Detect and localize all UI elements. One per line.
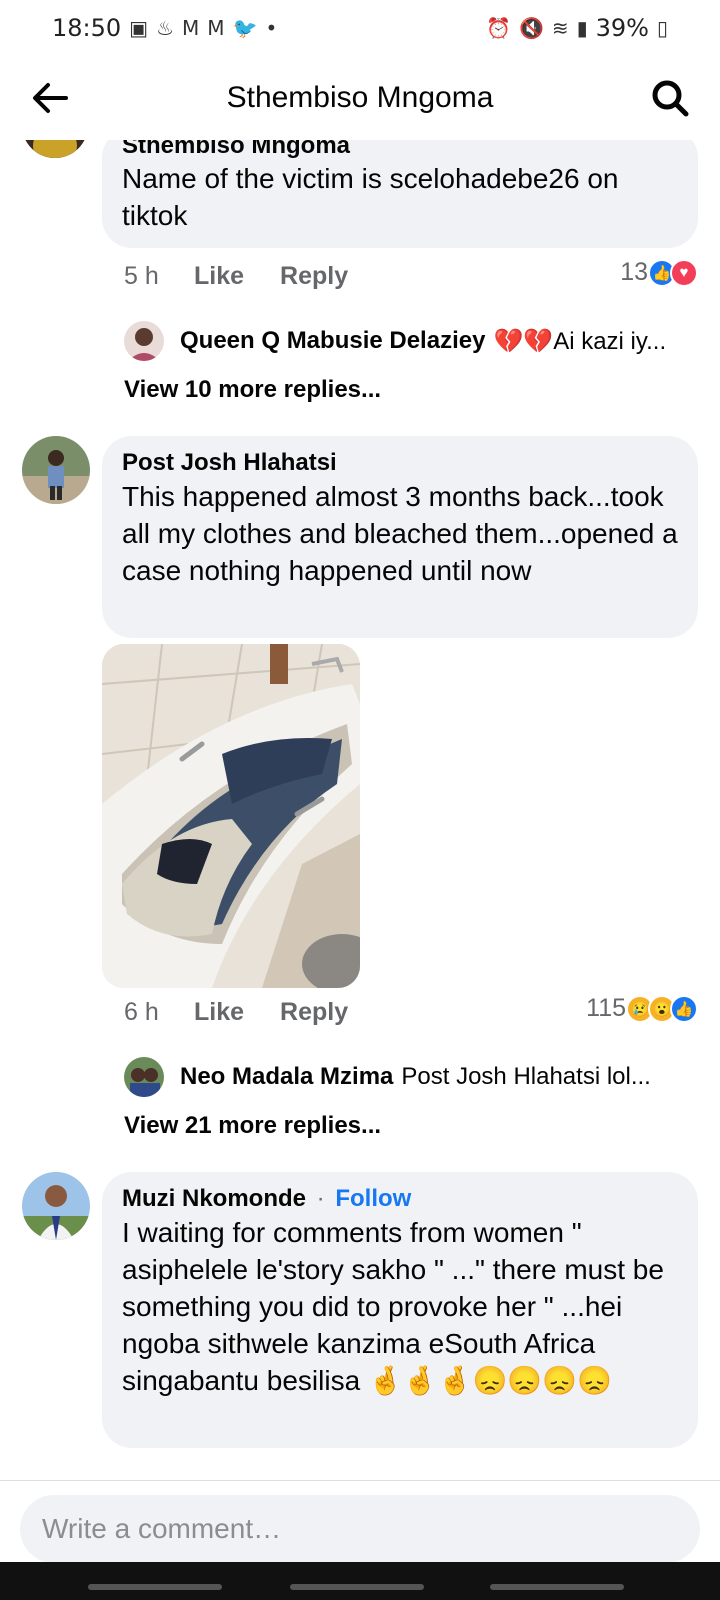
comment-bubble[interactable]: Muzi Nkomonde · Follow I waiting for com… [102, 1172, 698, 1448]
comment-author[interactable]: Muzi Nkomonde [122, 1185, 306, 1212]
back-nav-button[interactable] [490, 1584, 624, 1590]
app-header: Sthembiso Mngoma [0, 56, 720, 140]
battery-icon: ▯ [656, 16, 668, 40]
reaction-summary[interactable]: 13 👍 ♥ [620, 258, 698, 287]
status-right: ⏰ 🔇 ≋ ▮ 39% ▯ [486, 14, 668, 42]
avatar [124, 321, 164, 361]
reply-author: Neo Madala Mzima [180, 1063, 394, 1090]
bathtub-photo [102, 644, 360, 988]
comment-author[interactable]: Sthembiso Mngoma [122, 140, 678, 160]
avatar[interactable] [22, 140, 88, 158]
separator: · [316, 1185, 325, 1212]
comment-bubble[interactable]: Sthembiso Mngoma Name of the victim is s… [102, 140, 698, 248]
back-button[interactable] [28, 76, 72, 120]
dot-icon: • [265, 16, 278, 40]
battery-level: 39% [595, 14, 649, 42]
reply-button[interactable]: Reply [280, 998, 348, 1027]
comment-author-row: Muzi Nkomonde · Follow [122, 1184, 678, 1214]
avatar[interactable] [22, 1172, 90, 1240]
comment-text: I waiting for comments from women " asip… [122, 1217, 664, 1396]
avatar [124, 1057, 164, 1097]
wifi-icon: ≋ [551, 16, 569, 40]
teams-icon: ▣ [129, 16, 149, 40]
twitter-icon: 🐦 [232, 16, 258, 40]
status-left: 18:50 ▣ ♨ M M 🐦 • [52, 14, 277, 42]
notification-icon: ♨ [156, 16, 175, 40]
like-reaction-icon: 👍 [670, 994, 698, 1023]
follow-button[interactable]: Follow [335, 1185, 411, 1212]
reply-text: 💔💔Ai kazi iy... [493, 327, 667, 355]
search-button[interactable] [648, 76, 692, 120]
reaction-summary[interactable]: 115 😢 😮 👍 [586, 994, 698, 1023]
signal-icon: ▮ [576, 16, 588, 40]
reaction-count: 13 [620, 258, 648, 286]
reply-author: Queen Q Mabusie Delaziey [180, 327, 486, 354]
comment-time: 6 h [124, 997, 159, 1026]
comment-text: This happened almost 3 months back...too… [122, 481, 678, 586]
comment-author[interactable]: Post Josh Hlahatsi [122, 448, 678, 478]
mute-icon: 🔇 [518, 16, 544, 40]
comment-input[interactable] [20, 1495, 700, 1563]
reply-text: Post Josh Hlahatsi lol... [401, 1063, 651, 1090]
search-icon [652, 80, 689, 117]
reply-button[interactable]: Reply [280, 262, 348, 291]
comments-list: Sthembiso Mngoma Name of the victim is s… [0, 140, 720, 1480]
reaction-count: 115 [586, 994, 626, 1022]
avatar[interactable] [22, 436, 90, 504]
comment-text: Name of the victim is scelohadebe26 on t… [122, 163, 619, 231]
reply-preview[interactable]: Neo Madala Mzima Post Josh Hlahatsi lol.… [124, 1056, 698, 1098]
view-more-replies-link[interactable]: View 21 more replies... [124, 1112, 381, 1140]
comment-meta: 6 h Like Reply 115 😢 😮 👍 [124, 992, 698, 1032]
alarm-icon: ⏰ [486, 16, 511, 40]
gmail-icon: M [182, 16, 200, 40]
love-reaction-icon: ♥ [670, 258, 698, 287]
page-title: Sthembiso Mngoma [226, 81, 494, 114]
comment-time: 5 h [124, 261, 159, 290]
comment-bubble[interactable]: Post Josh Hlahatsi This happened almost … [102, 436, 698, 638]
view-more-replies-link[interactable]: View 10 more replies... [124, 376, 381, 404]
arrow-left-icon [33, 83, 68, 113]
home-button[interactable] [290, 1584, 424, 1590]
recent-apps-button[interactable] [88, 1584, 222, 1590]
comment-photo[interactable] [102, 644, 360, 988]
system-nav-bar [0, 1562, 720, 1600]
gmail-icon: M [207, 16, 225, 40]
status-time: 18:50 [52, 14, 122, 42]
like-button[interactable]: Like [194, 998, 244, 1027]
status-bar: 18:50 ▣ ♨ M M 🐦 • ⏰ 🔇 ≋ ▮ 39% ▯ [0, 0, 720, 56]
like-button[interactable]: Like [194, 262, 244, 291]
comment-meta: 5 h Like Reply 13 👍 ♥ [124, 256, 698, 296]
comment-composer [0, 1480, 720, 1563]
reply-preview[interactable]: Queen Q Mabusie Delaziey 💔💔Ai kazi iy... [124, 320, 698, 362]
